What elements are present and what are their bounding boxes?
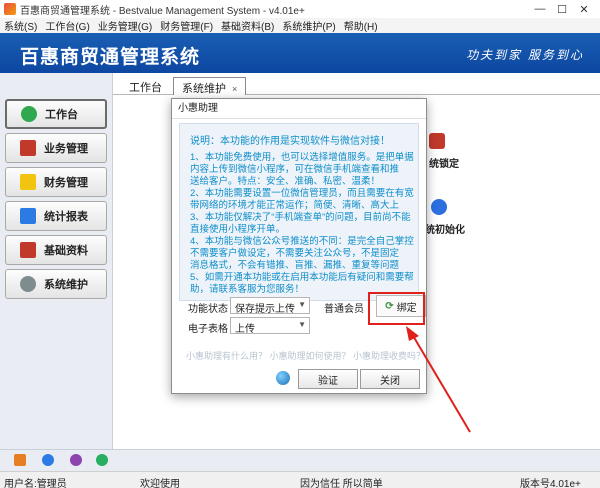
- annotation-arrow: [406, 326, 471, 433]
